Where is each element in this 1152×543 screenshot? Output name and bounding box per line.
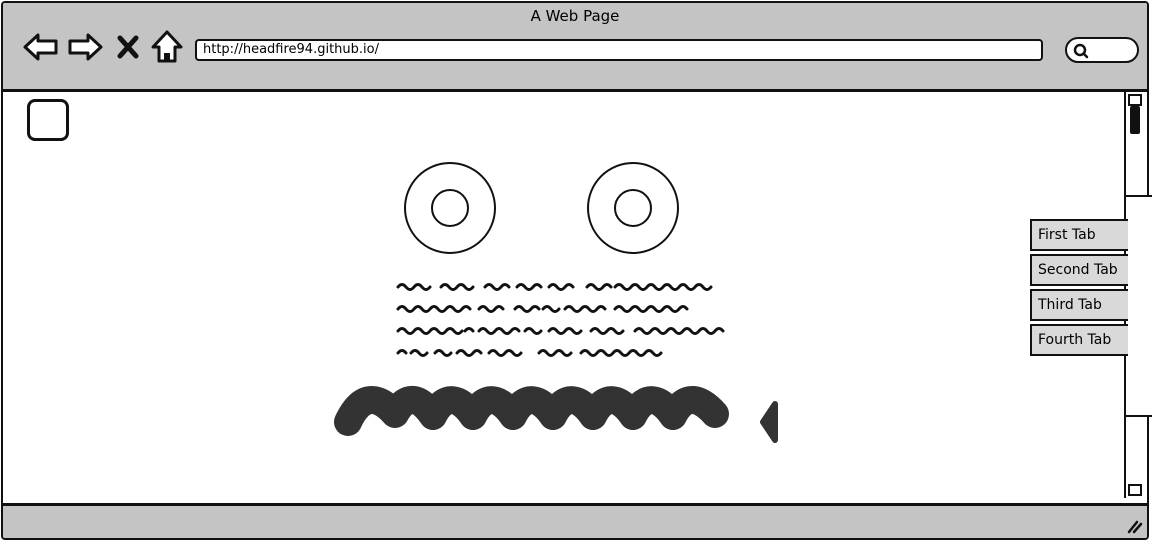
scroll-thumb[interactable] bbox=[1130, 106, 1140, 134]
home-button[interactable] bbox=[147, 27, 187, 67]
scroll-down-icon[interactable] bbox=[1128, 484, 1142, 496]
close-x-icon bbox=[117, 35, 139, 59]
home-icon bbox=[151, 30, 183, 63]
resize-grip-icon[interactable] bbox=[1125, 516, 1143, 534]
eye-left-icon bbox=[404, 162, 496, 254]
browser-window: A Web Page http://headfire94.github.io/ bbox=[1, 1, 1149, 540]
title-bar: A Web Page http://headfire94.github.io/ bbox=[3, 3, 1147, 92]
tab-panel bbox=[1126, 195, 1152, 417]
scroll-up-icon[interactable] bbox=[1128, 94, 1142, 106]
tab-first[interactable]: First Tab bbox=[1030, 219, 1128, 251]
eye-right-icon bbox=[587, 162, 679, 254]
tab-second[interactable]: Second Tab bbox=[1030, 254, 1128, 286]
back-button[interactable] bbox=[21, 27, 61, 67]
arrow-left-icon bbox=[23, 33, 58, 61]
scribble-text-block bbox=[396, 283, 725, 357]
window-title: A Web Page bbox=[530, 7, 620, 25]
magnifier-icon bbox=[1073, 43, 1089, 59]
url-input[interactable]: http://headfire94.github.io/ bbox=[195, 39, 1043, 61]
stop-button[interactable] bbox=[111, 27, 145, 67]
forward-button[interactable] bbox=[65, 27, 105, 67]
tab-fourth[interactable]: Fourth Tab bbox=[1030, 324, 1128, 356]
status-bar bbox=[3, 503, 1147, 538]
scribble-headline bbox=[334, 386, 729, 436]
search-field[interactable] bbox=[1065, 37, 1139, 63]
page-content bbox=[3, 92, 1125, 508]
arrow-right-icon bbox=[68, 33, 103, 61]
page-sketch bbox=[334, 162, 778, 443]
scribble-headline-end bbox=[760, 401, 778, 443]
tab-third[interactable]: Third Tab bbox=[1030, 289, 1128, 321]
